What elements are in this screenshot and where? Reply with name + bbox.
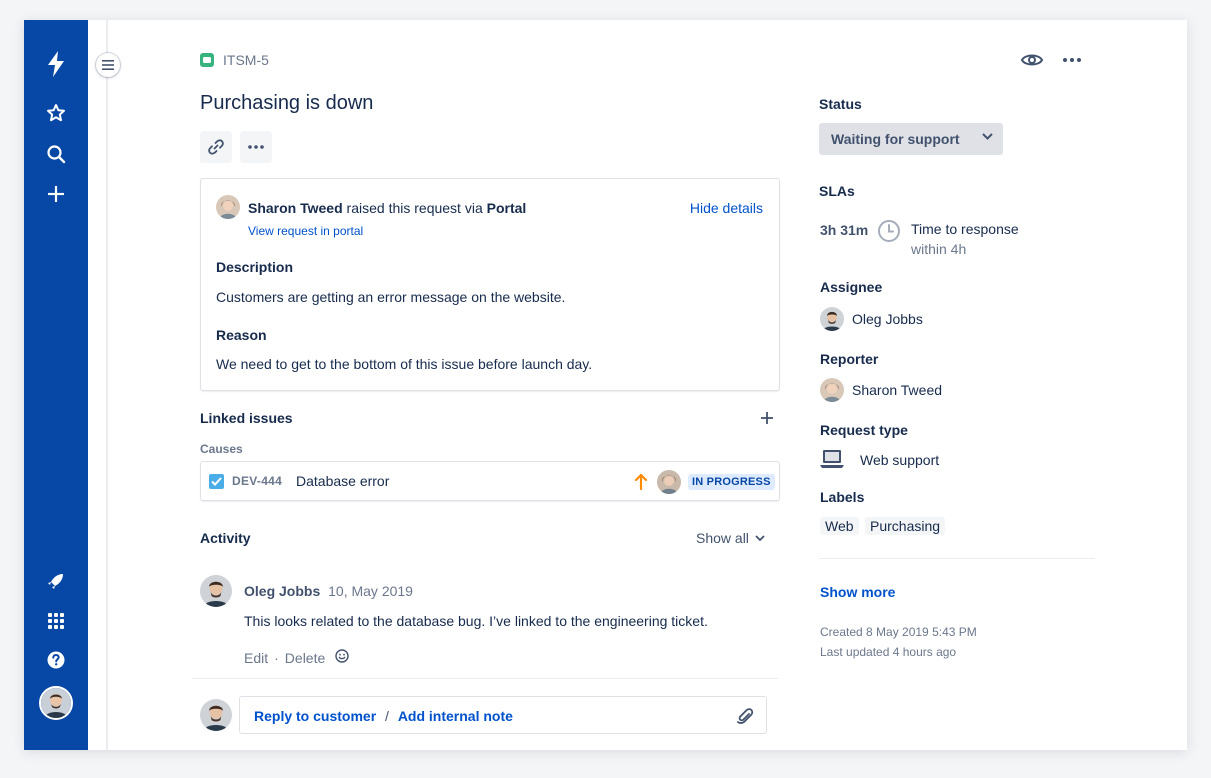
sla-remaining-time: 3h 31m — [820, 222, 869, 238]
clock-icon — [877, 219, 901, 243]
add-linked-issue-plus-icon[interactable] — [758, 409, 776, 427]
comment-actions: Edit · Delete — [244, 649, 349, 666]
assignee-avatar — [820, 307, 844, 331]
reply-options: Reply to customer / Add internal note — [254, 708, 513, 724]
comment-date: 10, May 2019 — [328, 583, 413, 599]
hide-details-link[interactable]: Hide details — [690, 200, 763, 216]
label-tag-purchasing[interactable]: Purchasing — [865, 517, 946, 535]
reason-text: We need to get to the bottom of this iss… — [216, 356, 593, 372]
request-type-value: Web support — [860, 452, 940, 468]
reporter-side-avatar — [820, 378, 844, 402]
chevron-down-icon — [982, 133, 993, 140]
more-icon — [248, 145, 264, 149]
status-lozenge: IN PROGRESS — [688, 474, 775, 490]
show-all-label: Show all — [696, 530, 749, 546]
linked-issue-row[interactable]: DEV-444 Database error IN PROGRESS — [200, 461, 780, 501]
linked-issue-key[interactable]: DEV-444 — [232, 474, 282, 488]
description-text: Customers are getting an error message o… — [216, 289, 566, 305]
updated-timestamp: Last updated 4 hours ago — [820, 645, 957, 659]
edit-comment-link[interactable]: Edit — [244, 650, 268, 666]
watch-icon[interactable] — [1020, 50, 1044, 70]
lightning-logo-icon[interactable] — [42, 50, 70, 78]
issue-key-breadcrumb[interactable]: ITSM-5 — [223, 52, 269, 68]
current-user-avatar — [200, 699, 232, 731]
show-all-dropdown[interactable]: Show all — [696, 530, 765, 546]
plus-icon[interactable] — [42, 180, 70, 208]
relation-label: Causes — [200, 442, 243, 456]
sla-within: within 4h — [911, 241, 967, 257]
view-request-in-portal-link[interactable]: View request in portal — [248, 224, 363, 238]
task-checkbox-icon — [209, 474, 224, 489]
help-icon[interactable] — [42, 646, 70, 674]
request-raised-line: Sharon Tweed raised this request via Por… — [248, 200, 526, 216]
status-label: Status — [819, 96, 862, 112]
channel-name: Portal — [486, 200, 527, 216]
issue-type-icon — [200, 53, 214, 67]
reporter-name[interactable]: Sharon Tweed — [852, 382, 942, 398]
star-icon[interactable] — [42, 99, 70, 127]
details-divider — [819, 558, 1095, 559]
search-icon[interactable] — [42, 140, 70, 168]
request-type-label: Request type — [820, 422, 908, 438]
app-grid-icon[interactable] — [42, 607, 70, 635]
reply-composer[interactable]: Reply to customer / Add internal note — [239, 696, 767, 734]
reply-to-customer-button[interactable]: Reply to customer — [254, 708, 376, 724]
more-actions-icon[interactable] — [1060, 50, 1084, 70]
label-tag-web[interactable]: Web — [820, 517, 859, 535]
avatar[interactable] — [39, 686, 73, 720]
request-details-card: Sharon Tweed raised this request via Por… — [200, 178, 780, 391]
comment-header: Oleg Jobbs 10, May 2019 — [244, 583, 413, 599]
assignee-name[interactable]: Oleg Jobbs — [852, 311, 923, 327]
comment-author[interactable]: Oleg Jobbs — [244, 583, 320, 599]
global-navigation — [24, 20, 88, 750]
link-issue-button[interactable] — [200, 131, 232, 163]
sidebar-divider — [106, 20, 108, 750]
sla-name: Time to response — [911, 221, 1019, 237]
chevron-down-icon — [755, 535, 765, 541]
link-icon — [208, 139, 224, 155]
delete-comment-link[interactable]: Delete — [285, 650, 325, 666]
app-frame: ITSM-5 Purchasing is down Sharon Tweed r… — [24, 20, 1187, 750]
add-reaction-smiley-icon[interactable] — [335, 649, 349, 666]
show-more-link[interactable]: Show more — [820, 584, 895, 600]
raised-text: raised this request via — [346, 200, 483, 216]
issue-title[interactable]: Purchasing is down — [200, 92, 373, 115]
linked-assignee-avatar — [657, 470, 681, 494]
raiser-name[interactable]: Sharon Tweed — [248, 200, 343, 216]
linked-issues-heading: Linked issues — [200, 410, 293, 426]
activity-divider — [192, 678, 778, 679]
status-dropdown-button[interactable]: Waiting for support — [819, 123, 1003, 155]
slas-label: SLAs — [819, 183, 855, 199]
linked-issue-summary[interactable]: Database error — [296, 473, 389, 489]
more-issue-actions-button[interactable] — [240, 131, 272, 163]
priority-high-arrow-icon — [634, 473, 648, 491]
description-label: Description — [216, 259, 294, 275]
reporter-avatar — [216, 195, 240, 219]
status-value: Waiting for support — [831, 131, 960, 147]
reporter-label: Reporter — [820, 351, 879, 367]
add-internal-note-button[interactable]: Add internal note — [398, 708, 513, 724]
activity-heading: Activity — [200, 530, 251, 546]
labels-label: Labels — [820, 489, 865, 505]
action-separator: · — [274, 649, 279, 666]
created-timestamp: Created 8 May 2019 5:43 PM — [820, 625, 977, 639]
commenter-avatar — [200, 575, 232, 607]
attachment-paperclip-icon[interactable] — [736, 706, 754, 731]
laptop-icon — [820, 448, 844, 470]
reason-label: Reason — [216, 327, 267, 343]
collapse-sidebar-button[interactable] — [96, 53, 120, 77]
assignee-label: Assignee — [820, 279, 883, 295]
rocket-icon[interactable] — [42, 567, 70, 595]
reply-separator: / — [385, 708, 389, 724]
comment-body: This looks related to the database bug. … — [244, 613, 708, 629]
